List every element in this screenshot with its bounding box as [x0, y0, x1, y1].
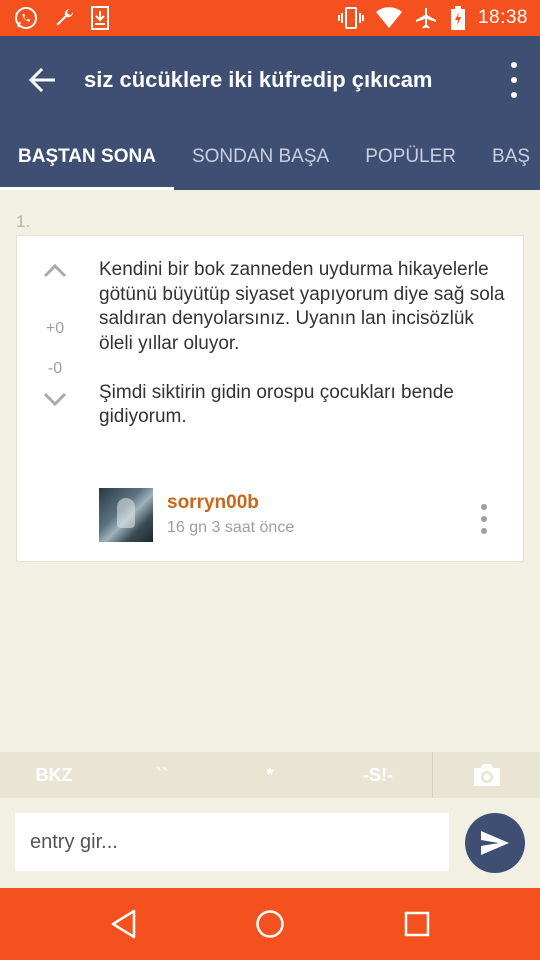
- camera-button[interactable]: [433, 752, 540, 798]
- wrench-icon: [52, 6, 76, 30]
- nav-back-button[interactable]: [93, 894, 153, 954]
- square-recents-icon: [404, 911, 429, 937]
- nav-recents-button[interactable]: [387, 894, 447, 954]
- vibrate-icon: [337, 7, 364, 29]
- bkz-button[interactable]: BKZ: [0, 765, 108, 786]
- download-icon: [90, 6, 110, 30]
- wifi-icon: [375, 7, 402, 29]
- downvote-count: -0: [47, 360, 63, 377]
- more-vert-icon: [481, 504, 487, 510]
- triangle-back-icon: [112, 909, 136, 939]
- author-link[interactable]: sorryn00b: [167, 492, 259, 514]
- arrow-back-icon: [29, 68, 55, 92]
- upvote-icon[interactable]: [43, 264, 67, 278]
- avatar[interactable]: [99, 488, 153, 542]
- entry-date: 16 gn 3 saat önce: [167, 519, 295, 536]
- whatsapp-icon: [14, 6, 38, 30]
- entry-input[interactable]: [15, 813, 449, 871]
- compose-row: [0, 798, 540, 888]
- entry-menu-button[interactable]: [479, 504, 489, 534]
- tab-bas[interactable]: BAŞ: [474, 124, 540, 190]
- battery-charging-icon: [450, 6, 466, 30]
- star-button[interactable]: *: [216, 765, 324, 786]
- downvote-icon[interactable]: [43, 392, 67, 406]
- system-nav-bar: [0, 888, 540, 960]
- circle-home-icon: [256, 910, 284, 938]
- tab-sondan-basa[interactable]: SONDAN BAŞA: [174, 124, 347, 190]
- send-icon: [481, 831, 509, 855]
- airplane-icon: [414, 6, 438, 30]
- send-button[interactable]: [465, 813, 525, 873]
- status-time: 18:38: [477, 7, 528, 28]
- spoiler-button[interactable]: -S!-: [324, 765, 432, 786]
- entry-index: 1.: [16, 212, 31, 231]
- entry-paragraph: Şimdi siktirin gidin orospu çocukları be…: [99, 381, 454, 428]
- more-vert-icon: [511, 62, 517, 68]
- entry-card: +0 -0 Kendini bir bok zanneden uydurma h…: [16, 235, 524, 562]
- page-title: siz cücüklere iki küfredip çıkıcam: [84, 67, 433, 92]
- format-toolbar: BKZ `` * -S!-: [0, 752, 540, 798]
- back-button[interactable]: [0, 36, 84, 124]
- topic-tabs: BAŞTAN SONA SONDAN BAŞA POPÜLER BAŞ: [0, 124, 540, 190]
- nav-home-button[interactable]: [240, 894, 300, 954]
- entry-body: Kendini bir bok zanneden uydurma hikayel…: [99, 258, 509, 430]
- camera-icon: [473, 764, 500, 786]
- status-bar: 18:38: [0, 0, 540, 36]
- backtick-button[interactable]: ``: [108, 765, 216, 786]
- upvote-count: +0: [45, 320, 65, 337]
- tab-bastan-sona[interactable]: BAŞTAN SONA: [0, 124, 174, 190]
- app-toolbar: siz cücüklere iki küfredip çıkıcam BAŞTA…: [0, 36, 540, 190]
- overflow-menu-button[interactable]: [506, 62, 522, 98]
- tab-populer[interactable]: POPÜLER: [347, 124, 474, 190]
- entry-paragraph: Kendini bir bok zanneden uydurma hikayel…: [99, 259, 505, 354]
